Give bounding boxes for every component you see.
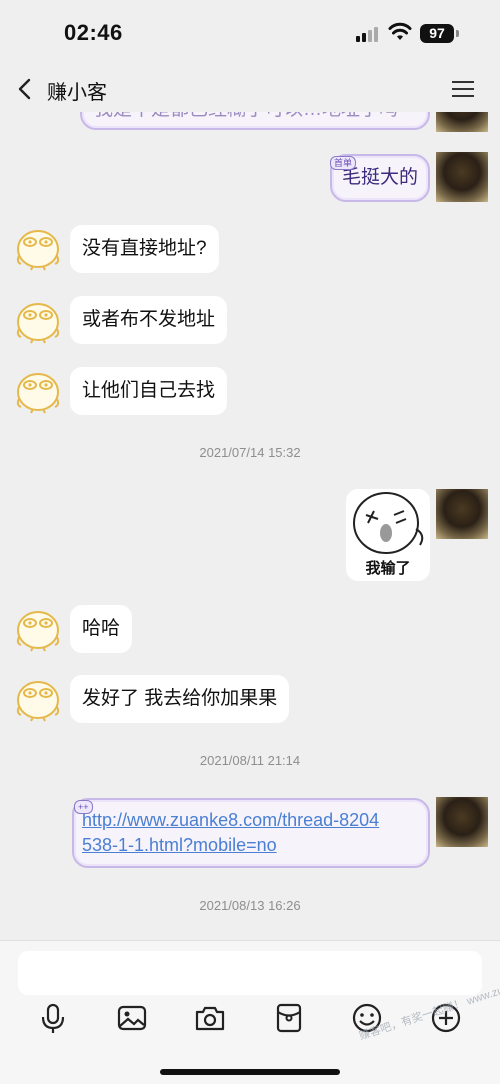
- sticker-caption: 我输了: [365, 560, 411, 577]
- chat-list[interactable]: 我是不是都已经糊了可以…地址了吗 毛挺大的 首单 没有直接地址? 或者布不发地址…: [0, 112, 500, 940]
- signal-icon: [356, 26, 378, 42]
- user-avatar[interactable]: [436, 152, 488, 202]
- message-timestamp: 2021/07/14 15:32: [199, 445, 301, 460]
- message-bubble-bot[interactable]: 或者布不发地址: [70, 296, 228, 344]
- message-timestamp: 2021/08/13 16:26: [199, 898, 301, 913]
- sticker-message[interactable]: 我输了: [346, 489, 430, 581]
- home-indicator[interactable]: [160, 1069, 340, 1075]
- message-bubble-user-link[interactable]: http://www.zuanke8.com/thread-8204 538-1…: [72, 798, 430, 868]
- nav-bar: 赚小客: [0, 66, 500, 112]
- battery-indicator: 97: [420, 24, 454, 43]
- vip-badge: ++: [74, 800, 93, 814]
- status-bar: 02:46 97: [0, 0, 500, 66]
- first-order-badge: 首单: [330, 156, 357, 170]
- wifi-icon: [388, 22, 412, 40]
- message-input[interactable]: [18, 951, 482, 995]
- user-avatar[interactable]: [436, 112, 488, 132]
- bot-avatar-icon[interactable]: [13, 295, 63, 345]
- bot-avatar-icon[interactable]: [13, 365, 63, 415]
- message-bubble-bot[interactable]: 没有直接地址?: [70, 225, 219, 273]
- menu-icon[interactable]: [450, 78, 476, 100]
- message-text: 我是不是都已经糊了可以…地址了吗: [94, 112, 398, 120]
- user-avatar[interactable]: [436, 797, 488, 847]
- bot-avatar-icon[interactable]: [13, 222, 63, 272]
- image-icon[interactable]: [115, 1001, 149, 1035]
- message-bubble-bot[interactable]: 哈哈: [70, 605, 133, 653]
- user-avatar[interactable]: [436, 489, 488, 539]
- bot-avatar-icon[interactable]: [13, 673, 63, 723]
- battery-cap: [456, 30, 459, 37]
- sticker-face-icon: [353, 492, 424, 554]
- red-packet-icon[interactable]: [272, 1001, 306, 1035]
- message-text: 毛挺大的: [341, 167, 418, 188]
- back-arrow-icon[interactable]: [12, 74, 40, 104]
- thread-link[interactable]: 538-1-1.html?mobile=no: [82, 833, 420, 858]
- status-time: 02:46: [64, 20, 123, 45]
- camera-icon[interactable]: [193, 1001, 227, 1035]
- bot-avatar-icon[interactable]: [13, 603, 63, 653]
- message-bubble-bot[interactable]: 让他们自己去找: [70, 367, 228, 415]
- page-title: 赚小客: [47, 82, 107, 104]
- microphone-icon[interactable]: [36, 1001, 70, 1035]
- thread-link[interactable]: http://www.zuanke8.com/thread-8204: [82, 808, 420, 833]
- message-bubble-partial[interactable]: 我是不是都已经糊了可以…地址了吗: [80, 112, 430, 130]
- message-timestamp: 2021/08/11 21:14: [199, 753, 301, 768]
- message-bubble-bot[interactable]: 发好了 我去给你加果果: [70, 675, 290, 723]
